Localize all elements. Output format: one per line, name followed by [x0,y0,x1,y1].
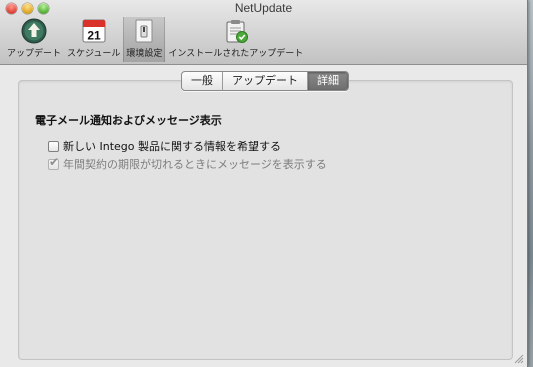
option-expiry-message: ✔ 年間契約の期限が切れるときにメッセージを表示する [48,156,327,172]
option-product-info[interactable]: 新しい Intego 製品に関する情報を希望する [48,138,281,154]
product-info-checkbox[interactable] [48,140,59,152]
toolbar-label-preferences: 環境設定 [126,49,163,59]
expiry-message-label: 年間契約の期限が切れるときにメッセージを表示する [63,158,327,171]
tab-general[interactable]: 一般 [182,72,223,90]
window-title: NetUpdate [234,1,293,15]
toolbar-label-update: アップデート [7,49,62,59]
update-arrow-icon [21,18,47,44]
toolbar-item-preferences[interactable]: 環境設定 [123,17,166,62]
clipboard-check-icon [226,20,248,43]
product-info-label: 新しい Intego 製品に関する情報を希望する [63,140,282,153]
section-title: 電子メール通知およびメッセージ表示 [35,114,222,127]
checkmark-icon: ✔ [49,154,60,169]
content-area: 一般 アップデート 詳細 電子メール通知およびメッセージ表示 新しい Integ… [0,65,527,367]
tab-updates[interactable]: アップデート [223,72,308,90]
resize-grip-icon[interactable] [514,354,524,364]
toolbar: アップデート 21 スケジュール 環境設定 インストールされたアップデート [4,17,306,62]
toolbar-item-installed-updates[interactable]: インストールされたアップデート [165,17,306,62]
calendar-day: 21 [87,29,101,43]
calendar-icon: 21 [82,19,106,43]
expiry-message-checkbox: ✔ [48,154,60,170]
tab-advanced[interactable]: 詳細 [308,72,348,90]
switch-icon [135,19,153,43]
preferences-window: NetUpdate アップデート 21 スケジュール 環境設定 インストールされ… [0,0,528,367]
toolbar-label-schedule: スケジュール [67,49,121,59]
toolbar-item-schedule[interactable]: 21 スケジュール [64,17,123,62]
title-bar: NetUpdate アップデート 21 スケジュール 環境設定 インストールされ… [0,0,527,65]
toolbar-label-installed-updates: インストールされたアップデート [168,49,304,59]
tab-segmented-control: 一般 アップデート 詳細 [181,71,349,91]
toolbar-item-update[interactable]: アップデート [4,17,64,62]
